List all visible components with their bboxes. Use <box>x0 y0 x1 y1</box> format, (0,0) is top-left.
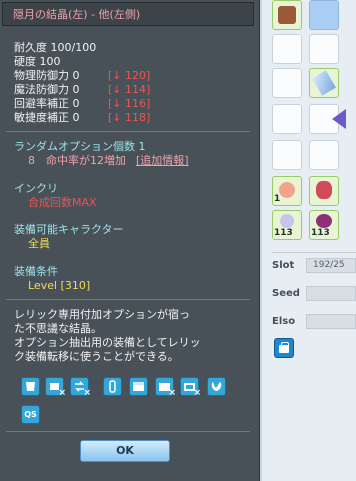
slot-count-field: 192/25 <box>306 258 356 273</box>
x-mark-icon: × <box>58 388 66 398</box>
elso-field <box>306 314 356 329</box>
inventory-slot[interactable] <box>272 104 302 134</box>
tooltip-title-bar: 隠月の結晶(左) - 他(左側) <box>2 2 254 26</box>
inventory-slot-selected[interactable] <box>309 0 339 30</box>
quickslot-icon[interactable]: QS <box>21 405 40 424</box>
slot-label: Slot <box>272 260 295 271</box>
equip-condition-value: Level [310] <box>28 279 91 292</box>
stat-evasion: 回避率補正 0 <box>14 97 80 110</box>
equip-condition-header: 装備条件 <box>14 265 58 278</box>
stat-hardness: 硬度 100 <box>14 55 61 68</box>
item-tooltip: 隠月の結晶(左) - 他(左側) 耐久度 100/100 硬度 100 物理防御… <box>0 0 260 481</box>
seed-field <box>306 286 356 301</box>
item-count: 113 <box>311 228 330 238</box>
description-line: た不思議な結晶。 <box>14 322 102 335</box>
stat-magic-defense: 魔法防御力 0 <box>14 83 80 96</box>
exchange-disabled-icon[interactable]: × <box>70 377 91 398</box>
inventory-slot[interactable]: 1 <box>272 176 302 206</box>
divider <box>6 131 250 132</box>
storage-disabled-icon[interactable]: × <box>155 377 176 398</box>
stat-agility: 敏捷度補正 0 <box>14 111 80 124</box>
inventory-slot[interactable]: 113 <box>309 210 339 240</box>
stat-physical-defense-diff: [↓ 120] <box>108 69 151 82</box>
random-option-line: 8 命中率が12増加 <box>28 154 126 167</box>
stat-magic-defense-diff: [↓ 114] <box>108 83 151 96</box>
trade-disabled-icon[interactable]: × <box>45 377 66 398</box>
item-count: 1 <box>274 194 281 204</box>
divider <box>6 299 250 300</box>
stat-agility-diff: [↓ 118] <box>108 111 151 124</box>
character-item-icon <box>316 181 332 199</box>
inventory-slot[interactable] <box>309 68 339 98</box>
storage-icon[interactable] <box>129 377 148 396</box>
armor-icon[interactable] <box>21 377 40 396</box>
crystal-item-icon <box>312 70 336 96</box>
divider <box>6 431 250 432</box>
description-line: ク装備転移に使うことができる。 <box>14 350 179 363</box>
x-mark-icon: × <box>83 388 91 398</box>
equip-character-header: 装備可能キャラクター <box>14 223 124 236</box>
inventory-slot[interactable] <box>309 34 339 64</box>
inventory-slot[interactable] <box>272 68 302 98</box>
elso-label: Elso <box>272 316 296 327</box>
wings-icon[interactable] <box>207 377 226 396</box>
seed-label: Seed <box>272 288 300 299</box>
inventory-slot[interactable] <box>272 34 302 64</box>
inventory-slot[interactable] <box>272 140 302 170</box>
inventory-slot[interactable] <box>309 140 339 170</box>
inkuri-value: 合成回数MAX <box>28 196 97 209</box>
shared-storage-disabled-icon[interactable]: × <box>180 377 201 398</box>
inventory-slot[interactable] <box>272 0 302 30</box>
random-option-header: ランダムオプション個数 1 <box>14 140 146 153</box>
bind-icon[interactable] <box>103 377 122 396</box>
inventory-window: 1 113 113 Slot 192/25 Seed Elso <box>262 0 356 481</box>
inventory-slot[interactable] <box>309 176 339 206</box>
arrow-cursor-icon <box>332 109 346 129</box>
stat-evasion-diff: [↓ 116] <box>108 97 151 110</box>
ok-button[interactable]: OK <box>80 440 170 462</box>
description-line: オプション抽出用の装備としてレリッ <box>14 336 201 349</box>
x-mark-icon: × <box>193 388 201 398</box>
inkuri-header: インクリ <box>14 182 58 195</box>
inventory-slot[interactable]: 113 <box>272 210 302 240</box>
bag-button[interactable] <box>274 338 294 358</box>
potion-item-icon <box>280 214 294 228</box>
bag-item-icon <box>278 6 296 24</box>
bag-handle-icon <box>281 342 289 347</box>
item-count: 113 <box>274 228 293 238</box>
stat-durability: 耐久度 100/100 <box>14 41 97 54</box>
additional-info-link[interactable]: [追加情報] <box>136 154 189 167</box>
description-line: レリック専用付加オプションが宿っ <box>14 308 190 321</box>
heart-item-icon <box>316 214 332 228</box>
inventory-slot[interactable] <box>309 104 346 134</box>
divider <box>272 252 356 253</box>
stat-physical-defense: 物理防御力 0 <box>14 69 80 82</box>
x-mark-icon: × <box>168 388 176 398</box>
item-name: 隠月の結晶(左) - 他(左側) <box>13 8 141 21</box>
inventory-grid: 1 113 113 <box>272 0 356 248</box>
equip-character-value: 全員 <box>28 237 50 250</box>
flower-item-icon <box>279 182 295 198</box>
